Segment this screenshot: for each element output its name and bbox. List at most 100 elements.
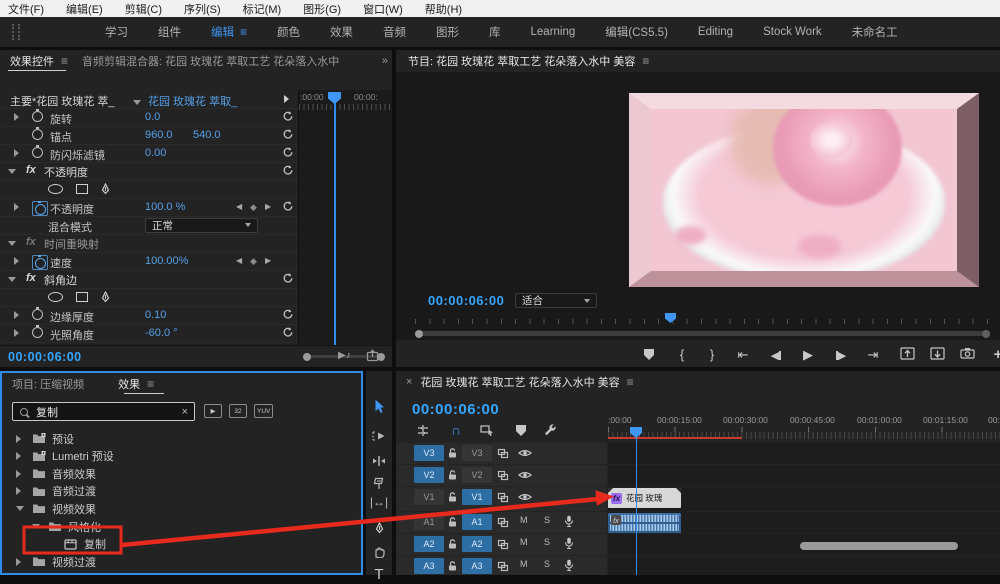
track-select-forward-tool[interactable] xyxy=(366,426,392,446)
reset-icon[interactable] xyxy=(282,200,294,212)
stopwatch-icon[interactable] xyxy=(32,144,43,161)
tree-item-视频效果[interactable]: 视频效果 xyxy=(2,500,361,517)
rect-mask-icon[interactable] xyxy=(76,184,88,194)
close-icon[interactable]: × xyxy=(406,376,412,388)
twirl-icon[interactable] xyxy=(14,257,19,265)
timeline-settings-button[interactable] xyxy=(544,424,560,440)
audio-clip[interactable]: fx xyxy=(608,513,681,533)
selected-clip-label[interactable]: 花园 玫瑰花 萃取_ xyxy=(148,93,237,109)
timeline-linked-selection-button[interactable] xyxy=(480,424,496,440)
tab-audio-clip-mixer[interactable]: 音频剪辑混合器: 花园 玫瑰花 萃取工艺 花朵落入水中 xyxy=(82,53,339,69)
reset-icon[interactable] xyxy=(282,308,294,320)
add-keyframe-icon[interactable]: ◆ xyxy=(250,202,257,213)
source-patch-A2[interactable]: A2 xyxy=(414,536,444,552)
program-scroll-handle-left[interactable] xyxy=(415,330,423,338)
sync-lock-icon[interactable] xyxy=(497,470,509,481)
twirl-icon[interactable] xyxy=(14,203,19,211)
clear-search-icon[interactable]: × xyxy=(182,406,188,418)
add-keyframe-icon[interactable]: ◆ xyxy=(250,256,257,267)
prev-keyframe-icon[interactable]: ◀ xyxy=(236,202,242,211)
panel-menu-icon[interactable]: ≡ xyxy=(61,54,68,68)
twirl-icon[interactable] xyxy=(16,557,21,566)
solo-track-button[interactable]: S xyxy=(544,559,550,569)
mark-out-button[interactable]: } xyxy=(703,347,721,363)
program-ruler[interactable] xyxy=(415,313,990,324)
toggle-track-output-icon[interactable] xyxy=(518,470,532,480)
play-audio-icon[interactable]: ▶♪ xyxy=(338,350,351,361)
bit-depth-badge[interactable]: 32 xyxy=(229,404,247,418)
button-editor-button[interactable]: + xyxy=(989,347,1000,363)
panel-menu-icon[interactable]: ≡ xyxy=(642,54,649,68)
mute-track-button[interactable]: M xyxy=(520,559,528,569)
timeline-ruler-labels[interactable]: :00:00 00:00:15:00 00:00:30:00 00:00:45:00 0… xyxy=(608,415,1000,426)
effect-name[interactable]: 不透明度 xyxy=(44,164,88,180)
track-lock-icon[interactable] xyxy=(447,516,458,528)
track-lock-icon[interactable] xyxy=(447,469,458,481)
twirl-icon[interactable] xyxy=(8,277,16,282)
menu-帮助[interactable]: 帮助(H) xyxy=(425,1,462,17)
stopwatch-icon[interactable] xyxy=(32,108,43,125)
tree-item-音频过渡[interactable]: 音频过渡 xyxy=(2,483,361,500)
track-content-V3[interactable] xyxy=(608,443,1000,464)
tree-item-视频过渡[interactable]: 视频过渡 xyxy=(2,553,361,570)
video-clip[interactable]: fx 花园 玫瑰 xyxy=(608,488,681,508)
timeline-nest-button[interactable] xyxy=(416,424,432,440)
track-lock-icon[interactable] xyxy=(447,447,458,459)
go-to-out-button[interactable]: ⇥ xyxy=(864,347,882,363)
razor-tool[interactable] xyxy=(366,473,392,493)
solo-track-button[interactable]: S xyxy=(544,515,550,525)
program-scrollbar[interactable] xyxy=(415,331,990,336)
source-patch-V1[interactable]: V1 xyxy=(414,489,444,505)
twirl-icon[interactable] xyxy=(16,469,21,478)
property-value[interactable]: 960.0 xyxy=(145,129,173,141)
workspace-tab-Editing[interactable]: Editing xyxy=(698,26,733,38)
source-patch-V2[interactable]: V2 xyxy=(414,467,444,483)
menu-标记[interactable]: 标记(M) xyxy=(243,1,282,17)
tab-effect-controls[interactable]: 效果控件 xyxy=(10,53,54,69)
reset-icon[interactable] xyxy=(282,326,294,338)
panel-menu-icon[interactable]: ≡ xyxy=(147,377,154,391)
toggle-track-output-icon[interactable] xyxy=(518,492,532,502)
sync-lock-icon[interactable] xyxy=(497,539,509,550)
prev-keyframe-icon[interactable]: ◀ xyxy=(236,256,242,265)
reset-icon[interactable] xyxy=(282,110,294,122)
menu-图形[interactable]: 图形(G) xyxy=(303,1,341,17)
reset-icon[interactable] xyxy=(282,146,294,158)
ellipse-mask-icon[interactable] xyxy=(48,292,63,302)
menu-序列[interactable]: 序列(S) xyxy=(184,1,221,17)
tab-overflow-icon[interactable]: » xyxy=(382,55,388,67)
mini-zoom-handle-left[interactable] xyxy=(303,353,311,361)
property-value[interactable]: 540.0 xyxy=(193,129,221,141)
timeline-timecode[interactable]: 00:00:06:00 xyxy=(412,401,499,418)
slip-tool[interactable]: |↔| xyxy=(366,492,392,512)
toggle-track-output-icon[interactable] xyxy=(518,448,532,458)
program-timecode[interactable]: 00:00:06:00 xyxy=(428,293,504,308)
workspace-tab-编辑[interactable]: 编辑 ≡ xyxy=(211,24,247,40)
twirl-icon[interactable] xyxy=(8,169,16,174)
mark-in-button[interactable]: { xyxy=(673,347,691,363)
selection-tool[interactable] xyxy=(366,396,392,416)
tree-item-复制[interactable]: 复制 xyxy=(2,536,361,553)
tab-project[interactable]: 项目: 压缩视频 xyxy=(12,376,84,392)
tab-program-monitor[interactable]: 节目: 花园 玫瑰花 萃取工艺 花朵落入水中 美容 xyxy=(408,53,635,69)
tree-item-风格化[interactable]: 风格化 xyxy=(2,518,361,535)
yuv-badge[interactable]: YUV xyxy=(254,404,274,418)
source-patch-A1[interactable]: A1 xyxy=(414,514,444,530)
effects-search-box[interactable]: × xyxy=(12,402,195,421)
property-value[interactable]: 100.00% xyxy=(145,255,188,267)
twirl-icon[interactable] xyxy=(16,506,24,512)
workspace-tab-Learning[interactable]: Learning xyxy=(531,26,576,38)
tree-item-Lumetri 预设[interactable]: Lumetri 预设 xyxy=(2,448,361,465)
track-content-A3[interactable] xyxy=(608,556,1000,575)
track-target-V1[interactable]: V1 xyxy=(462,489,492,505)
property-value[interactable]: 0.0 xyxy=(145,111,160,123)
twirl-icon[interactable] xyxy=(14,149,19,157)
export-frame-button[interactable] xyxy=(960,347,978,363)
menu-剪辑[interactable]: 剪辑(C) xyxy=(125,1,162,17)
workspace-tab-Stock Work[interactable]: Stock Work xyxy=(763,26,822,38)
effect-name[interactable]: 斜角边 xyxy=(44,272,77,288)
property-value[interactable]: 0.00 xyxy=(145,147,166,159)
pen-mask-icon[interactable] xyxy=(100,291,111,303)
twirl-icon[interactable] xyxy=(14,329,19,337)
track-target-V2[interactable]: V2 xyxy=(462,467,492,483)
